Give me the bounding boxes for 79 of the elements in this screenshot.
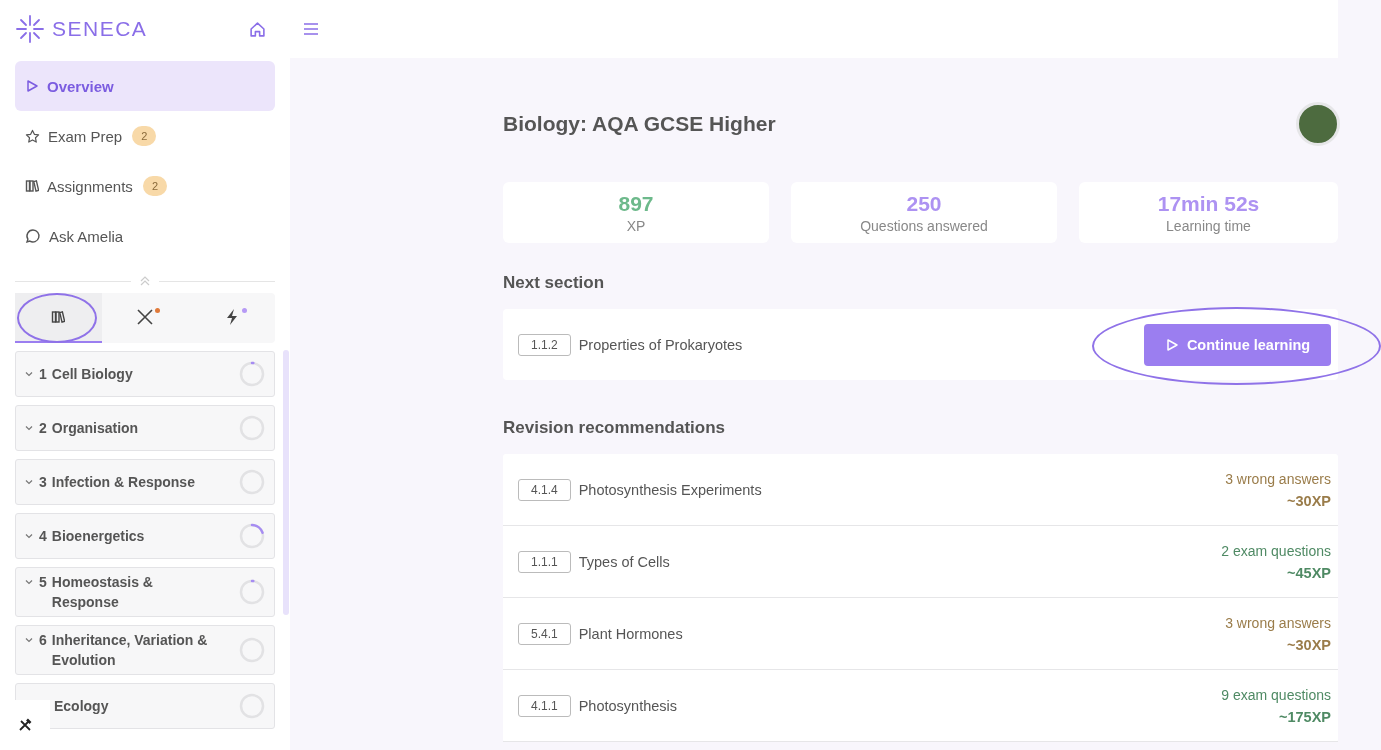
topic-item[interactable]: 6 Inheritance, Variation & Evolution (15, 625, 275, 675)
recommendation-reason: 9 exam questions (1221, 686, 1331, 703)
recommendation-reason: 3 wrong answers (1225, 470, 1331, 487)
tools-icon[interactable] (18, 718, 32, 732)
close-icon (135, 307, 155, 327)
stat-value: 897 (618, 191, 654, 216)
play-icon (1164, 337, 1179, 352)
topic-title: Inheritance, Variation & Evolution (51, 631, 209, 670)
topic-item[interactable]: Ecology (15, 683, 275, 729)
chat-icon (25, 228, 41, 244)
chevron-down-icon (24, 423, 34, 433)
section-code: 1.1.1 (518, 550, 571, 573)
progress-ring (238, 360, 266, 388)
logo-icon (15, 14, 45, 44)
topic-title: Cell Biology (51, 365, 133, 384)
topic-number: 5 (39, 573, 47, 592)
topic-number: 3 (39, 473, 47, 492)
topic-title: Organisation (51, 419, 139, 438)
xp-reward: ~30XP (1287, 636, 1331, 653)
xp-reward: ~30XP (1287, 492, 1331, 509)
section-code: 4.1.4 (518, 478, 571, 501)
section-title: Types of Cells (578, 553, 670, 570)
progress-ring (238, 522, 266, 550)
topic-item[interactable]: 1 Cell Biology (15, 351, 275, 397)
topic-number: 1 (39, 365, 47, 384)
stat-label: Learning time (1166, 217, 1251, 234)
topic-item[interactable]: 2 Organisation (15, 405, 275, 451)
topic-item[interactable]: 5 Homeostasis & Response (15, 567, 275, 617)
xp-reward: ~175XP (1279, 708, 1331, 725)
recommendation-row[interactable]: 4.1.1 Photosynthesis 9 exam questions ~175XP (503, 670, 1338, 742)
books-icon (51, 310, 66, 324)
nav-item[interactable]: Ask Amelia (15, 211, 275, 261)
books-icon (25, 179, 39, 193)
section-heading: Next section (503, 273, 606, 293)
stat-label: XP (626, 217, 646, 234)
topic-item[interactable]: 3 Infection & Response (15, 459, 275, 505)
topic-title: Bioenergetics (51, 527, 145, 546)
topic-item[interactable]: 4 Bioenergetics (15, 513, 275, 559)
topic-title: Ecology (53, 697, 109, 716)
chevron-down-icon (24, 477, 34, 487)
section-code: 4.1.1 (518, 694, 571, 717)
nav-item[interactable]: Assignments 2 (15, 161, 275, 211)
chevron-down-icon (24, 369, 34, 379)
course-title: Biology: AQA GCSE Higher (503, 112, 776, 136)
section-heading: Revision recommendations (503, 418, 726, 438)
recommendation-row[interactable]: 1.1.1 Types of Cells 2 exam questions ~45XP (503, 526, 1338, 598)
topic-title: Homeostasis & Response (51, 573, 154, 612)
xp-reward: ~45XP (1287, 564, 1331, 581)
chevron-down-icon (24, 531, 34, 541)
avatar-photo-placeholder[interactable] (1296, 102, 1340, 146)
topic-number: 2 (39, 419, 47, 438)
star-icon (25, 128, 40, 144)
recommendation-row[interactable]: 4.1.4 Photosynthesis Experiments 3 wrong answers ~30XP (503, 454, 1338, 526)
count-badge: 2 (132, 126, 157, 146)
chevron-down-icon (24, 635, 34, 645)
nav-item[interactable]: Overview (15, 61, 275, 111)
play-icon (25, 79, 39, 93)
section-title: Properties of Prokaryotes (578, 336, 743, 353)
section-code: 5.4.1 (518, 622, 571, 645)
recommendation-reason: 2 exam questions (1221, 542, 1331, 559)
stat-value: 250 (906, 191, 942, 216)
nav-item[interactable]: Exam Prep 2 (15, 111, 275, 161)
menu-icon[interactable] (303, 22, 319, 36)
progress-ring (238, 578, 266, 606)
stat-value: 17min 52s (1157, 191, 1260, 216)
topic-number: 6 (39, 631, 47, 650)
topic-title: Infection & Response (51, 473, 195, 492)
section-code: 1.1.2 (518, 333, 571, 356)
section-title: Photosynthesis (578, 697, 678, 714)
stat-label: Questions answered (860, 217, 988, 234)
recommendation-reason: 3 wrong answers (1225, 614, 1331, 631)
logo-text: SENECA (52, 17, 148, 41)
home-icon[interactable] (249, 20, 266, 38)
recommendation-row[interactable]: 5.4.1 Plant Hormones 3 wrong answers ~30XP (503, 598, 1338, 670)
section-title: Photosynthesis Experiments (578, 481, 762, 498)
count-badge: 2 (142, 176, 167, 196)
section-title: Plant Hormones (578, 625, 683, 642)
chevron-down-icon (24, 577, 34, 587)
topic-number: 4 (39, 527, 47, 546)
